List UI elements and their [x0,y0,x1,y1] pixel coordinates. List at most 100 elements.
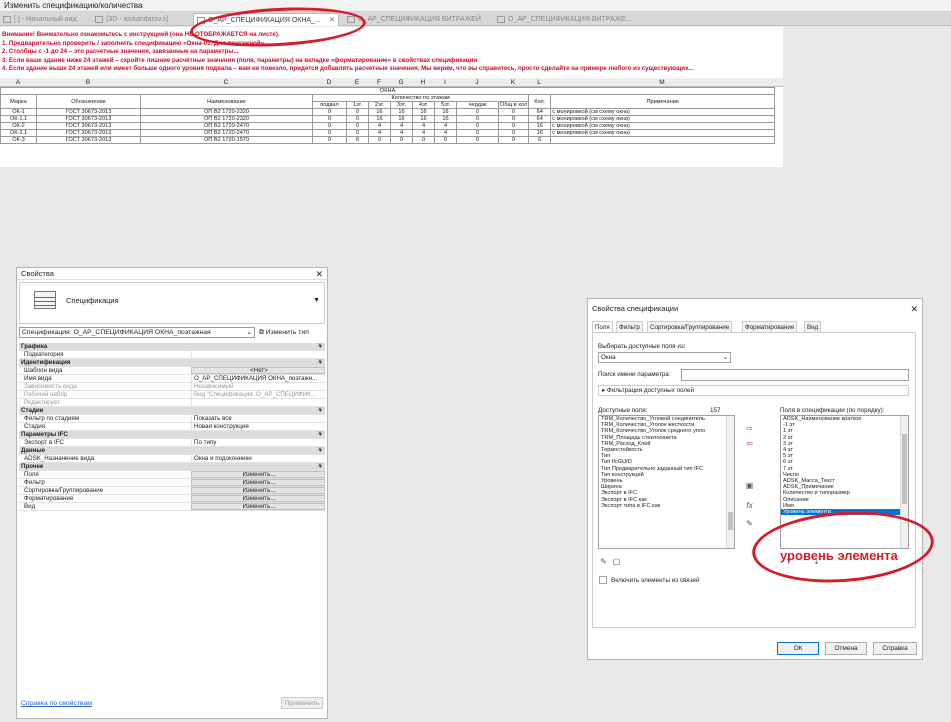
table-cell[interactable]: ОП В2 1720-2470 [140,129,313,137]
table-row[interactable]: ОК-1 ГОСТ 30673-2013 ОП В2 1720-2320 0 0 16 16… [0,108,776,116]
edit-icon[interactable]: ✎ [598,557,609,566]
property-value[interactable]: Окна и подоконники [191,455,325,463]
list-item[interactable]: Экспорт типа в IFC как [599,503,734,509]
table-cell[interactable]: ОК-1 [0,108,37,116]
scrollbar-thumb[interactable] [902,434,907,504]
apply-button[interactable]: Применить [281,697,323,709]
table-cell[interactable]: ОП В2 1720-2320 [140,115,313,123]
instance-selector[interactable]: Спецификация: О_АР_СПЕЦИФИКАЦИЯ ОКНА_поэ… [19,327,255,338]
ok-button[interactable]: ОК [777,642,819,655]
table-cell[interactable]: ОК-3 [0,136,37,144]
property-category[interactable]: Прочее ¥ [19,463,325,471]
table-cell[interactable]: 0 [312,115,347,123]
table-cell[interactable]: 4 [434,122,457,130]
table-row[interactable]: ОК-1.1 ГОСТ 30673-2013 ОП В2 1720-2320 0 0 16… [0,115,776,123]
table-cell[interactable]: 4 [412,122,435,130]
tab-spec-curtain-2[interactable]: О_АР_СПЕЦИФИКАЦИЯ ВИТРАЖЕ... [494,13,640,26]
chevron-down-icon[interactable]: ▼ [313,297,320,304]
table-cell[interactable]: 16 [412,108,435,116]
table-cell[interactable]: 0 [312,136,347,144]
table-cell[interactable]: 4 [368,129,391,137]
table-cell[interactable]: 0 [456,108,499,116]
type-selector-head[interactable]: Спецификация ▼ [19,282,325,324]
collapse-icon[interactable]: ¥ [319,463,322,471]
table-cell[interactable]: ОК-1.1 [0,115,37,123]
table-cell[interactable]: 16 [390,115,413,123]
table-cell[interactable]: с монировкой (см схему окна) [550,115,776,123]
help-button[interactable]: Справка [873,642,917,655]
select-from-dropdown[interactable]: Окна ⌄ [598,352,731,363]
table-cell[interactable]: 0 [456,115,499,123]
edit-type-button[interactable]: ⧉ Изменить тип [259,327,309,338]
table-cell[interactable]: 0 [368,136,391,144]
table-row[interactable]: ОК-2.1 ГОСТ 30673-2013 ОП В2 1720-2470 0 0 4 4… [0,129,776,137]
table-cell[interactable]: с монировкой (см схему окна) [550,122,776,130]
table-cell[interactable]: 0 [346,108,369,116]
table-cell[interactable]: 0 [497,122,530,130]
table-cell[interactable]: 0 [390,136,413,144]
close-icon[interactable]: ✕ [910,299,918,319]
tab-formatting[interactable]: Форматирование [742,321,798,332]
table-cell[interactable]: 16 [528,129,552,137]
property-edit-button[interactable]: Изменить... [191,471,325,478]
property-category[interactable]: Идентификация ¥ [19,359,325,367]
table-cell[interactable]: 0 [434,136,457,144]
properties-help-link[interactable]: Справка по свойствам [21,700,92,707]
table-row[interactable]: ОК-3 ГОСТ 30673-2013 ОП В2 1720-1570 0 6 0 0 0 0… [0,136,776,144]
cancel-button[interactable]: Отмена [825,642,867,655]
table-cell[interactable]: 16 [390,108,413,116]
table-cell[interactable]: ГОСТ 30673-2013 [36,136,141,144]
table-cell[interactable]: 16 [368,108,391,116]
scrollbar-thumb[interactable] [728,512,733,530]
search-input[interactable] [681,369,909,381]
table-cell[interactable]: 16 [368,115,391,123]
table-cell[interactable]: 0 [497,108,530,116]
property-edit-button[interactable]: Изменить... [191,479,325,486]
table-cell[interactable]: 0 [346,122,369,130]
table-cell[interactable]: ОП В2 1720-1570 [140,136,313,144]
table-cell[interactable]: 16 [412,115,435,123]
table-cell[interactable]: 4 [390,122,413,130]
table-cell[interactable]: ГОСТ 30673-2013 [36,115,141,123]
table-cell[interactable]: 0 [346,115,369,123]
tab-spec-curtain[interactable]: О_АР_СПЕЦИФИКАЦИЯ ВИТРАЖЕЙ [344,13,490,26]
table-cell[interactable]: 0 [456,136,499,144]
table-cell[interactable]: 0 [312,129,347,137]
tab-sorting[interactable]: Сортировка/Группирование [647,321,733,332]
table-cell[interactable]: 0 [312,108,347,116]
table-cell[interactable]: ОП В2 1720-2470 [140,122,313,130]
available-fields-list[interactable]: TRM_Количество_Угловой соединитель TRM_Ко… [598,415,735,549]
table-cell[interactable]: 64 [528,108,552,116]
add-field-icon[interactable]: ⇨ [744,424,755,433]
remove-field-icon[interactable]: ⇦ [744,439,755,448]
table-cell[interactable]: 16 [434,115,457,123]
collapse-icon[interactable]: ¥ [319,359,322,367]
property-value[interactable] [191,351,325,359]
table-cell[interactable]: 0 [456,129,499,137]
table-cell[interactable]: 4 [412,129,435,137]
property-category[interactable]: Графика ¥ [19,343,325,351]
property-value[interactable]: О_АР_СПЕЦИФИКАЦИЯ ОКНА_поэтажн... [191,375,325,383]
filter-available-toggle[interactable]: ▸ Фильтрация доступных полей [598,385,909,396]
collapse-icon[interactable]: ¥ [319,447,322,455]
table-cell[interactable]: 0 [346,129,369,137]
property-category[interactable]: Параметры IFC ¥ [19,431,325,439]
table-cell[interactable]: 0 [412,136,435,144]
table-cell[interactable]: ОК-2.1 [0,129,37,137]
table-cell[interactable]: 0 [312,122,347,130]
tab-3d-view[interactable]: {3D - aiskandarov.s} [92,13,188,26]
table-cell[interactable]: 6 [528,136,552,144]
delete-icon[interactable]: ▢ [611,557,622,566]
table-row[interactable]: ОК-2 ГОСТ 30673-2013 ОП В2 1720-2470 0 0 4 4 4 4… [0,122,776,130]
table-cell[interactable]: 0 [497,129,530,137]
table-cell[interactable]: 0 [497,136,530,144]
property-value[interactable]: Показать все [191,415,325,423]
table-cell[interactable]: 0 [497,115,530,123]
property-edit-button[interactable]: Изменить... [191,495,325,502]
add-parameter-icon[interactable]: ▣ [744,481,755,490]
table-cell[interactable]: 6 [346,136,369,144]
table-cell[interactable]: ГОСТ 30673-2013 [36,129,141,137]
table-cell[interactable]: 16 [528,122,552,130]
close-icon[interactable]: ✕ [315,268,323,280]
property-edit-button[interactable]: Изменить... [191,503,325,510]
